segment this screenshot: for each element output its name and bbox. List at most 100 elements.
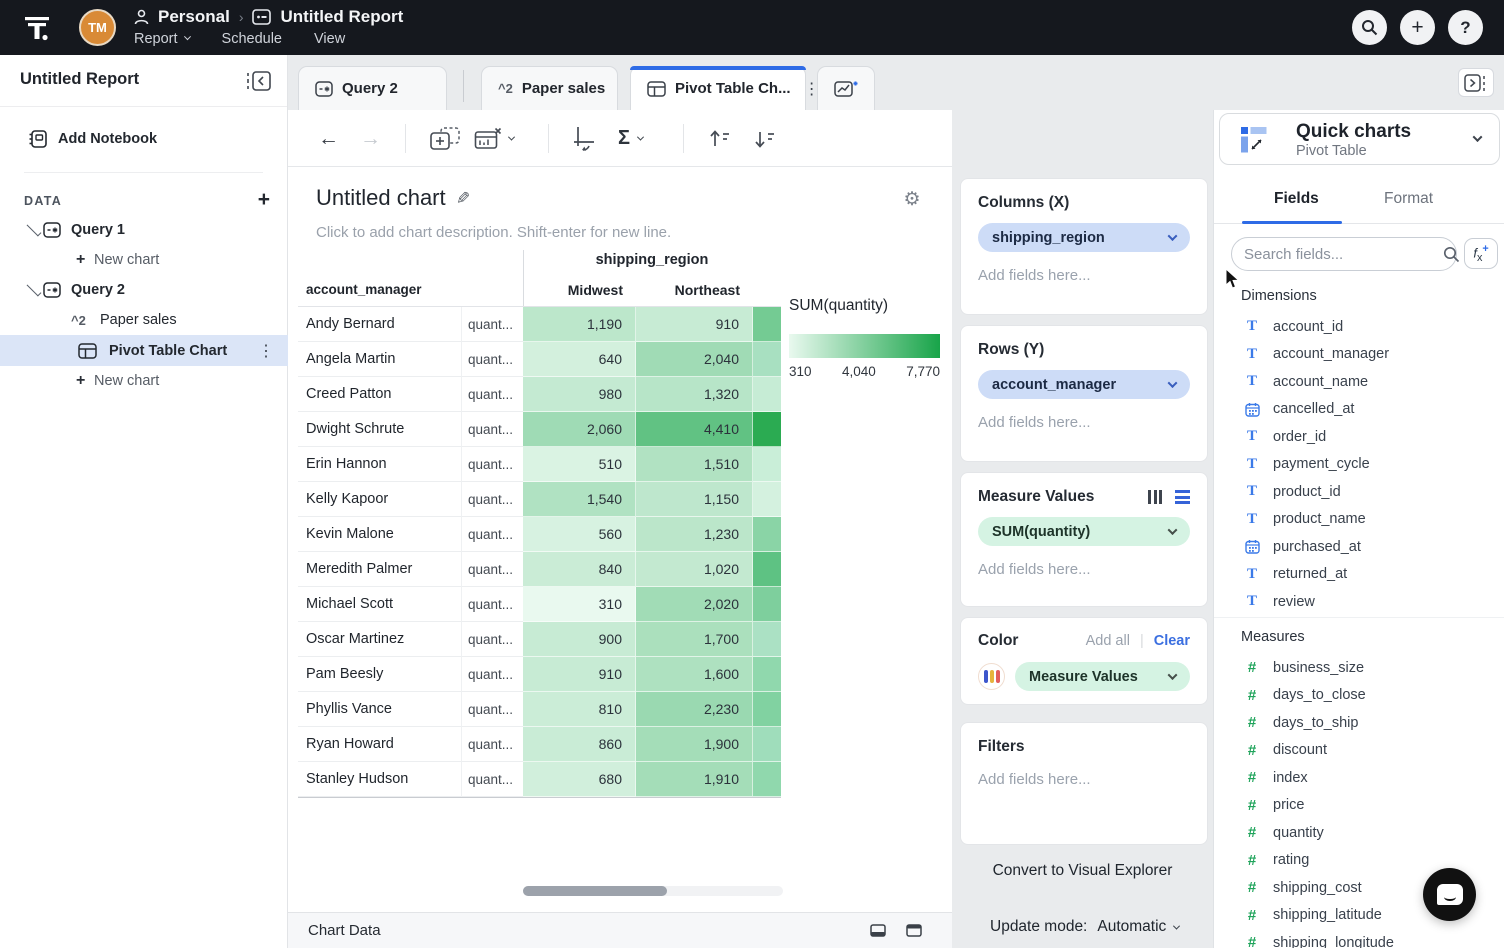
add-formula-button[interactable]: fx+ xyxy=(1464,238,1498,269)
row-label[interactable]: Oscar Martinez xyxy=(298,622,462,657)
expand-panel-button[interactable] xyxy=(1458,68,1494,97)
row-label[interactable]: Phyllis Vance xyxy=(298,692,462,727)
sort-ascending-button[interactable] xyxy=(708,110,732,167)
sidebar-item-paper-sales[interactable]: ^2 Paper sales xyxy=(0,305,288,335)
dimension-item-order_id[interactable]: Torder_id xyxy=(1214,423,1504,451)
update-mode-select[interactable]: Automatic xyxy=(1097,918,1179,936)
row-dimension-label[interactable]: account_manager xyxy=(306,282,422,297)
new-chart-tab-button[interactable] xyxy=(817,66,875,110)
row-label[interactable]: Creed Patton xyxy=(298,377,462,412)
add-data-button[interactable]: + xyxy=(258,188,270,212)
measure-add-fields-dropzone[interactable]: Add fields here... xyxy=(978,561,1190,578)
row-label[interactable]: Angela Martin xyxy=(298,342,462,377)
measure-field-pill[interactable]: SUM(quantity) xyxy=(978,517,1190,546)
columns-field-pill[interactable]: shipping_region xyxy=(978,223,1190,252)
tab-format[interactable]: Format xyxy=(1384,190,1433,208)
report-name[interactable]: Untitled Report xyxy=(280,7,403,27)
search-fields-input[interactable] xyxy=(1244,246,1443,263)
trevor-logo-icon[interactable] xyxy=(22,12,54,44)
row-label[interactable]: Stanley Hudson xyxy=(298,762,462,797)
dimension-item-product_id[interactable]: Tproduct_id xyxy=(1214,478,1504,506)
chat-support-button[interactable] xyxy=(1423,868,1476,921)
chart-description-placeholder[interactable]: Click to add chart description. Shift-en… xyxy=(316,224,671,241)
quick-charts-selector[interactable]: Quick charts Pivot Table xyxy=(1219,113,1500,165)
dimension-item-purchased_at[interactable]: purchased_at xyxy=(1214,533,1504,561)
add-chart-element-button[interactable] xyxy=(429,110,461,167)
measure-item-days_to_close[interactable]: #days_to_close xyxy=(1214,682,1504,710)
color-clear-link[interactable]: Clear xyxy=(1154,633,1190,649)
chart-title[interactable]: Untitled chart xyxy=(316,185,446,211)
menu-view[interactable]: View xyxy=(314,31,345,47)
undo-back-button[interactable]: ← xyxy=(318,110,339,167)
collapse-sidebar-button[interactable] xyxy=(245,68,273,94)
convert-to-visual-explorer-link[interactable]: Convert to Visual Explorer xyxy=(952,862,1213,880)
row-label[interactable]: Pam Beesly xyxy=(298,657,462,692)
remove-column-button[interactable] xyxy=(474,110,514,167)
sidebar-item-query-1[interactable]: Query 1 xyxy=(0,215,288,245)
tab-pivot-table-chart[interactable]: Pivot Table Ch... ⋮ xyxy=(630,66,806,110)
redo-forward-button[interactable]: → xyxy=(360,110,381,167)
color-palette-icon[interactable] xyxy=(978,663,1005,690)
dimension-item-returned_at[interactable]: Treturned_at xyxy=(1214,561,1504,589)
dimension-item-account_id[interactable]: Taccount_id xyxy=(1214,313,1504,341)
columns-add-fields-dropzone[interactable]: Add fields here... xyxy=(978,267,1190,284)
tab-query-2[interactable]: Query 2 xyxy=(298,66,447,110)
kebab-menu-icon[interactable]: ⋮ xyxy=(258,341,274,361)
color-field-pill[interactable]: Measure Values xyxy=(1015,662,1190,691)
swap-axes-button[interactable] xyxy=(570,110,598,167)
workspace-name[interactable]: Personal xyxy=(158,7,230,27)
column-header-midwest[interactable]: Midwest xyxy=(523,282,636,298)
row-label[interactable]: Michael Scott xyxy=(298,587,462,622)
row-label[interactable]: Erin Hannon xyxy=(298,447,462,482)
dimension-item-cancelled_at[interactable]: cancelled_at xyxy=(1214,396,1504,424)
measure-item-index[interactable]: #index xyxy=(1214,764,1504,792)
measure-item-days_to_ship[interactable]: #days_to_ship xyxy=(1214,709,1504,737)
row-label[interactable]: Kevin Malone xyxy=(298,517,462,552)
edit-title-pencil-icon[interactable]: ✎ xyxy=(456,189,470,209)
row-label[interactable]: Andy Bernard xyxy=(298,307,462,342)
row-label[interactable]: Meredith Palmer xyxy=(298,552,462,587)
add-button[interactable]: + xyxy=(1400,10,1435,45)
help-button[interactable]: ? xyxy=(1448,10,1483,45)
avatar[interactable]: TM xyxy=(79,9,116,46)
column-header-northeast[interactable]: Northeast xyxy=(636,282,753,298)
row-label[interactable]: Ryan Howard xyxy=(298,727,462,762)
chart-data-footer[interactable]: Chart Data xyxy=(288,912,952,948)
sidebar-item-pivot-table-chart[interactable]: Pivot Table Chart ⋮ xyxy=(0,335,288,366)
horizontal-scrollbar-thumb[interactable] xyxy=(523,886,667,896)
add-notebook-button[interactable]: Add Notebook xyxy=(0,121,288,157)
query-icon xyxy=(42,222,62,238)
measure-item-shipping_longitude[interactable]: #shipping_longitude xyxy=(1214,929,1504,948)
columns-layout-icon[interactable] xyxy=(1148,490,1162,504)
rows-layout-icon[interactable] xyxy=(1175,490,1190,504)
sidebar-item-query-2[interactable]: Query 2 xyxy=(0,275,288,305)
menu-schedule[interactable]: Schedule xyxy=(222,31,282,47)
row-label[interactable]: Dwight Schrute xyxy=(298,412,462,447)
filters-add-fields-dropzone[interactable]: Add fields here... xyxy=(978,771,1190,788)
dimension-item-review[interactable]: Treview xyxy=(1214,588,1504,616)
measure-item-business_size[interactable]: #business_size xyxy=(1214,654,1504,682)
chart-settings-button[interactable]: ⚙ xyxy=(896,183,928,215)
dimension-item-payment_cycle[interactable]: Tpayment_cycle xyxy=(1214,451,1504,479)
dimension-item-product_name[interactable]: Tproduct_name xyxy=(1214,506,1504,534)
measure-item-price[interactable]: #price xyxy=(1214,792,1504,820)
dimension-item-account_manager[interactable]: Taccount_manager xyxy=(1214,341,1504,369)
rows-add-fields-dropzone[interactable]: Add fields here... xyxy=(978,414,1190,431)
dimension-item-account_name[interactable]: Taccount_name xyxy=(1214,368,1504,396)
sidebar-item-new-chart-1[interactable]: + New chart xyxy=(0,245,288,275)
tab-paper-sales[interactable]: ^2 Paper sales xyxy=(481,66,618,110)
aggregate-button[interactable]: Σ xyxy=(618,110,643,167)
tab-fields[interactable]: Fields xyxy=(1274,190,1319,208)
horizontal-scrollbar-track[interactable] xyxy=(523,886,783,896)
rows-field-pill[interactable]: account_manager xyxy=(978,370,1190,399)
minimize-panel-icon[interactable] xyxy=(870,924,886,937)
measure-item-discount[interactable]: #discount xyxy=(1214,737,1504,765)
menu-report[interactable]: Report xyxy=(134,31,190,47)
search-button[interactable] xyxy=(1352,10,1387,45)
maximize-panel-icon[interactable] xyxy=(906,924,922,937)
measure-item-quantity[interactable]: #quantity xyxy=(1214,819,1504,847)
row-label[interactable]: Kelly Kapoor xyxy=(298,482,462,517)
color-add-all-link[interactable]: Add all xyxy=(1086,633,1130,649)
sidebar-item-new-chart-2[interactable]: + New chart xyxy=(0,366,288,396)
sort-descending-button[interactable] xyxy=(753,110,777,167)
